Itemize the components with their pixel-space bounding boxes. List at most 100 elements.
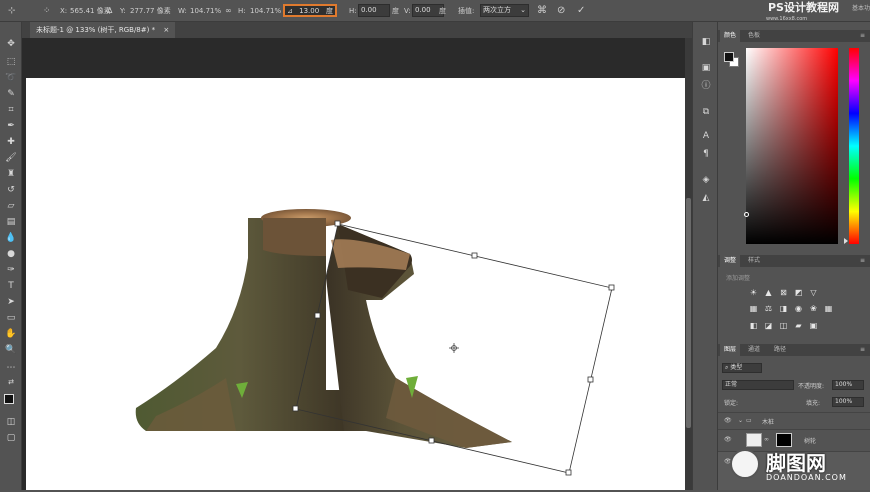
marquee-tool-icon[interactable]: ⬚ (5, 56, 17, 68)
reference-point-icon[interactable]: ⁘ (43, 5, 51, 17)
hue-slider-handle[interactable] (844, 238, 848, 244)
foreground-color-swatch[interactable] (4, 394, 14, 404)
shape-tool-icon[interactable]: ▭ (5, 312, 17, 324)
angle-field[interactable]: ⊿ 13.00 度 (283, 4, 337, 17)
adjust-menu-icon[interactable]: ≡ (856, 255, 869, 267)
quick-mask-icon[interactable]: ◫ (5, 416, 17, 428)
close-tab-icon[interactable]: × (163, 26, 169, 34)
lasso-tool-icon[interactable]: ➰ (5, 72, 17, 84)
hskew-field[interactable]: 0.00 (358, 4, 390, 17)
hue-saturation-icon[interactable]: ▦ (749, 304, 758, 313)
brightness-icon[interactable]: ☀ (749, 288, 758, 297)
handle-top-middle[interactable] (471, 252, 478, 259)
invert-icon[interactable]: ◧ (749, 321, 758, 330)
levels-icon[interactable]: ▲ (764, 288, 773, 297)
cancel-transform-icon[interactable]: ⊘ (557, 5, 565, 17)
vibrance-icon[interactable]: ▽ (809, 288, 818, 297)
tab-channels[interactable]: 通道 (744, 344, 764, 356)
w-field[interactable]: 104.71% (190, 5, 221, 17)
document-tab[interactable]: 未标题-1 @ 133% (树干, RGB/8#) * × (30, 22, 176, 38)
curves-icon[interactable]: ⊠ (779, 288, 788, 297)
pen-tool-icon[interactable]: ✑ (5, 264, 17, 276)
tab-paths[interactable]: 路径 (770, 344, 790, 356)
zoom-tool-icon[interactable]: 🔍 (5, 344, 17, 356)
adjustments-dock-icon[interactable]: ◭ (700, 192, 712, 204)
interp-select[interactable]: 两次立方 ⌄ (480, 4, 529, 17)
posterize-icon[interactable]: ◪ (764, 321, 773, 330)
handle-bottom-right[interactable] (565, 469, 572, 476)
workspace-label[interactable]: 基本功 (852, 3, 870, 15)
brush-tool-icon[interactable]: 🖌 (5, 152, 17, 164)
hue-slider[interactable] (849, 48, 859, 244)
tab-swatches[interactable]: 色板 (744, 30, 764, 42)
chevron-down-icon[interactable]: ⌄ (738, 417, 743, 424)
threshold-icon[interactable]: ◫ (779, 321, 788, 330)
layer-mask-thumbnail[interactable] (776, 433, 792, 447)
swap-colors-icon[interactable]: ⇄ (5, 376, 17, 388)
relative-position-icon[interactable]: ∆ (107, 5, 112, 17)
layer-kind-filter[interactable]: ⌕ 类型 (722, 363, 762, 373)
crop-tool-icon[interactable]: ⌗ (5, 104, 17, 116)
photo-filter-icon[interactable]: ◉ (794, 304, 803, 313)
type-tool-icon[interactable]: T (5, 280, 17, 292)
libraries-panel-icon[interactable]: ◈ (700, 174, 712, 186)
hand-tool-icon[interactable]: ✋ (5, 328, 17, 340)
visibility-eye-icon[interactable]: 👁 (724, 436, 732, 443)
layers-menu-icon[interactable]: ≡ (856, 344, 869, 356)
selective-color-icon[interactable]: ▣ (809, 321, 818, 330)
color-picker-field[interactable] (746, 48, 838, 244)
black-white-icon[interactable]: ◨ (779, 304, 788, 313)
handle-top-right[interactable] (608, 284, 615, 291)
channel-mixer-icon[interactable]: ❀ (809, 304, 818, 313)
foreground-color-chip[interactable] (724, 52, 734, 62)
gradient-tool-icon[interactable]: ▤ (5, 216, 17, 228)
canvas-area[interactable] (22, 38, 685, 490)
visibility-eye-icon[interactable]: 👁 (724, 417, 732, 424)
handle-left-middle[interactable] (314, 312, 321, 319)
opacity-field[interactable]: 100% (832, 380, 864, 390)
color-lookup-icon[interactable]: ▦ (824, 304, 833, 313)
blend-mode-select[interactable]: 正常 (722, 380, 794, 390)
handle-bottom-left[interactable] (292, 405, 299, 412)
healing-brush-tool-icon[interactable]: ✚ (5, 136, 17, 148)
exposure-icon[interactable]: ◩ (794, 288, 803, 297)
brush-settings-icon[interactable]: ⧉ (700, 106, 712, 118)
eyedropper-tool-icon[interactable]: ✒ (5, 120, 17, 132)
vertical-scrollbar-thumb[interactable] (686, 198, 691, 428)
panel-menu-icon[interactable]: ≡ (856, 30, 869, 42)
link-icon[interactable]: ∞ (225, 5, 232, 17)
tab-adjustments[interactable]: 调整 (720, 255, 741, 267)
move-tool-icon[interactable]: ✥ (5, 38, 17, 50)
reference-point-icon[interactable] (449, 343, 459, 353)
vertical-scrollbar[interactable] (685, 38, 692, 490)
handle-bottom-middle[interactable] (428, 437, 435, 444)
tab-styles[interactable]: 样式 (744, 255, 764, 267)
info-panel-icon[interactable]: ⓘ (700, 80, 712, 92)
h-field[interactable]: 104.71% (250, 5, 281, 17)
properties-panel-icon[interactable]: ▣ (700, 62, 712, 74)
commit-transform-icon[interactable]: ✓ (577, 5, 585, 17)
color-picker-cursor[interactable] (744, 212, 749, 217)
x-field[interactable]: 565.41 像素 (70, 5, 111, 17)
more-tools-icon[interactable]: ⋯ (5, 362, 17, 374)
tab-color[interactable]: 颜色 (720, 30, 741, 42)
path-select-tool-icon[interactable]: ➤ (5, 296, 17, 308)
y-field[interactable]: 277.77 像素 (130, 5, 171, 17)
color-balance-icon[interactable]: ⚖ (764, 304, 773, 313)
dodge-tool-icon[interactable]: ● (5, 248, 17, 260)
handle-top-left[interactable] (334, 220, 341, 227)
history-brush-tool-icon[interactable]: ↺ (5, 184, 17, 196)
screen-mode-icon[interactable]: ▢ (5, 432, 17, 444)
character-panel-icon[interactable]: A (700, 130, 712, 142)
handle-right-middle[interactable] (587, 376, 594, 383)
gradient-map-icon[interactable]: ▰ (794, 321, 803, 330)
blur-tool-icon[interactable]: 💧 (5, 232, 17, 244)
fill-field[interactable]: 100% (832, 397, 864, 407)
history-panel-icon[interactable]: ◧ (700, 36, 712, 48)
paragraph-panel-icon[interactable]: ¶ (700, 148, 712, 160)
eraser-tool-icon[interactable]: ▱ (5, 200, 17, 212)
tab-layers[interactable]: 图层 (720, 344, 741, 356)
warp-mode-icon[interactable]: ⌘ (537, 5, 547, 17)
quick-select-tool-icon[interactable]: ✎ (5, 88, 17, 100)
document-canvas[interactable] (26, 78, 685, 490)
